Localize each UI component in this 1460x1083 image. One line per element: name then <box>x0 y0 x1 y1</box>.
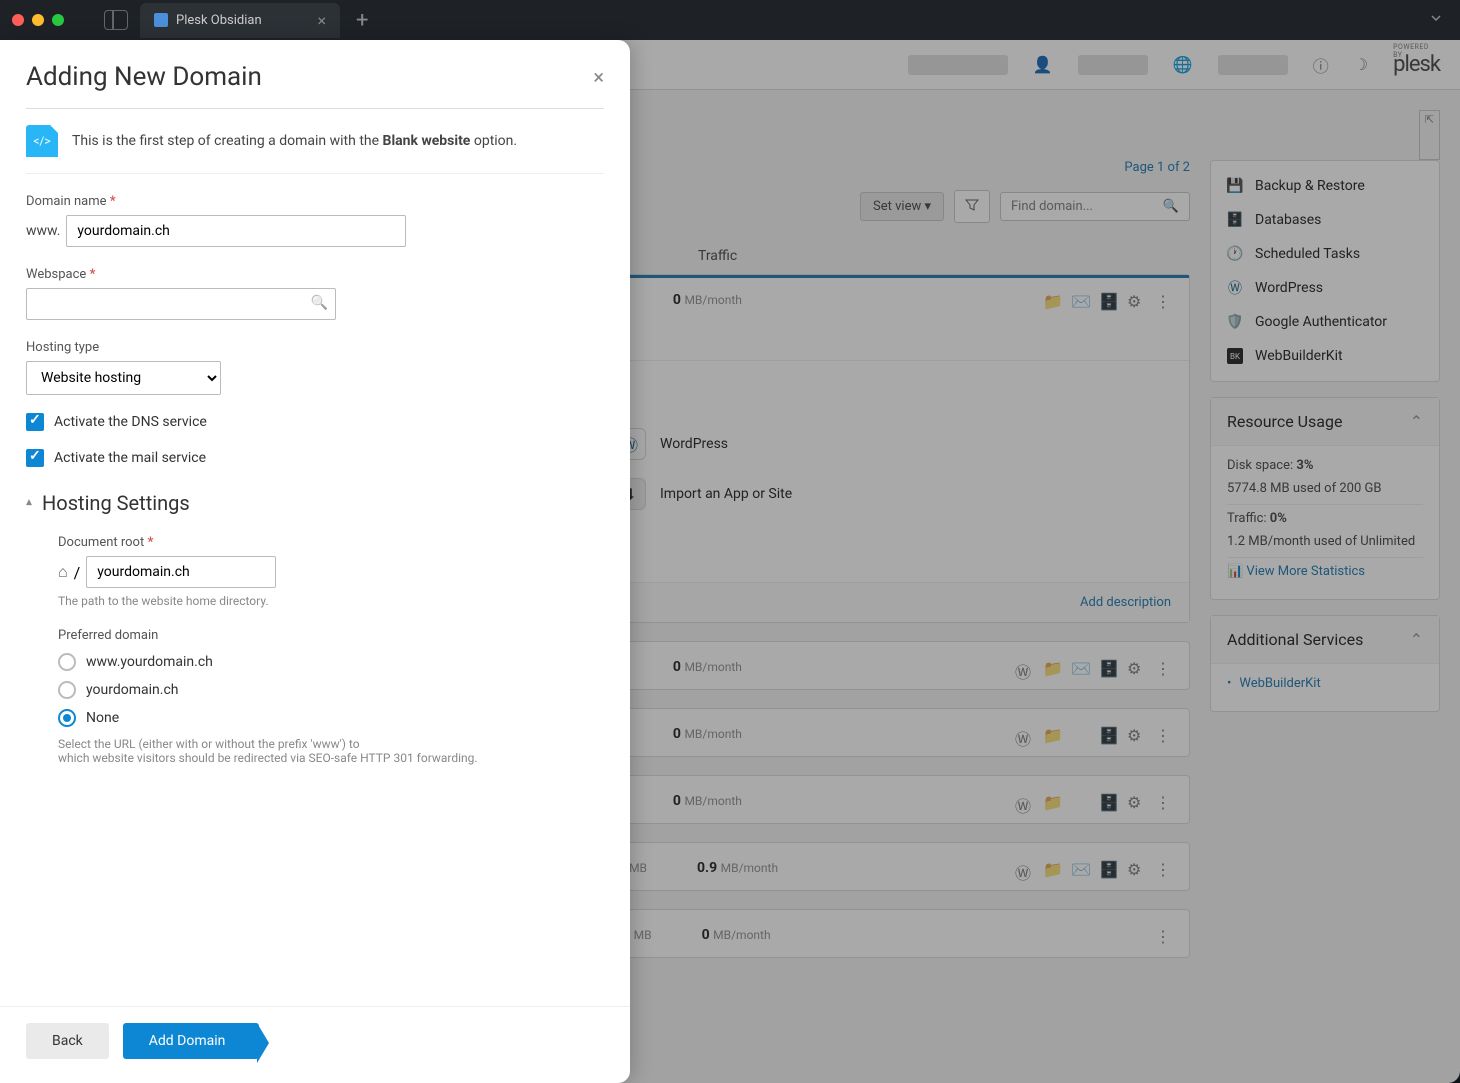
checkbox-checked-icon <box>26 413 44 431</box>
add-domain-button[interactable]: Add Domain <box>123 1023 260 1059</box>
browser-tab[interactable]: Plesk Obsidian × <box>140 3 340 38</box>
traffic-lights <box>12 14 64 26</box>
document-root-label: Document root <box>58 535 604 550</box>
sidebar-toggle-icon[interactable] <box>104 10 128 30</box>
preferred-www-radio[interactable]: www.yourdomain.ch <box>58 653 604 671</box>
radio-unchecked-icon <box>58 681 76 699</box>
window-minimize-icon[interactable] <box>32 14 44 26</box>
tab-title: Plesk Obsidian <box>176 13 262 28</box>
checkbox-checked-icon <box>26 449 44 467</box>
document-root-hint: The path to the website home directory. <box>58 594 604 608</box>
tabs-dropdown-icon[interactable] <box>1424 6 1448 34</box>
radio-unchecked-icon <box>58 653 76 671</box>
new-tab-button[interactable]: + <box>356 8 368 33</box>
hosting-settings-toggle[interactable]: ▾ Hosting Settings <box>26 491 604 515</box>
home-icon: ⌂ <box>58 562 68 582</box>
activate-mail-checkbox[interactable]: Activate the mail service <box>26 449 604 467</box>
browser-chrome: Plesk Obsidian × + <box>0 0 1460 40</box>
document-root-input[interactable] <box>86 556 276 588</box>
preferred-none-radio[interactable]: None <box>58 709 604 727</box>
hosting-type-select[interactable]: Website hosting <box>26 361 221 395</box>
tab-favicon-icon <box>154 13 168 27</box>
window-close-icon[interactable] <box>12 14 24 26</box>
code-icon: </> <box>26 125 58 157</box>
chevron-up-icon: ▾ <box>26 496 32 510</box>
info-banner: </> This is the first step of creating a… <box>26 108 604 174</box>
modal-title: Adding New Domain <box>26 62 262 92</box>
webspace-label: Webspace <box>26 267 604 282</box>
preferred-hint: Select the URL (either with or without t… <box>58 737 604 765</box>
close-icon[interactable]: × <box>593 65 604 89</box>
preferred-domain-label: Preferred domain <box>58 628 604 643</box>
hosting-type-label: Hosting type <box>26 340 604 355</box>
domain-name-label: Domain name <box>26 194 604 209</box>
domain-name-input[interactable] <box>66 215 406 247</box>
webspace-input[interactable] <box>26 288 336 320</box>
preferred-plain-radio[interactable]: yourdomain.ch <box>58 681 604 699</box>
radio-checked-icon <box>58 709 76 727</box>
www-prefix: www. <box>26 223 60 239</box>
back-button[interactable]: Back <box>26 1023 109 1059</box>
path-separator: / <box>74 563 81 582</box>
activate-dns-checkbox[interactable]: Activate the DNS service <box>26 413 604 431</box>
window-maximize-icon[interactable] <box>52 14 64 26</box>
tab-close-icon[interactable]: × <box>317 11 326 30</box>
add-domain-modal: Adding New Domain × </> This is the firs… <box>0 40 630 1083</box>
